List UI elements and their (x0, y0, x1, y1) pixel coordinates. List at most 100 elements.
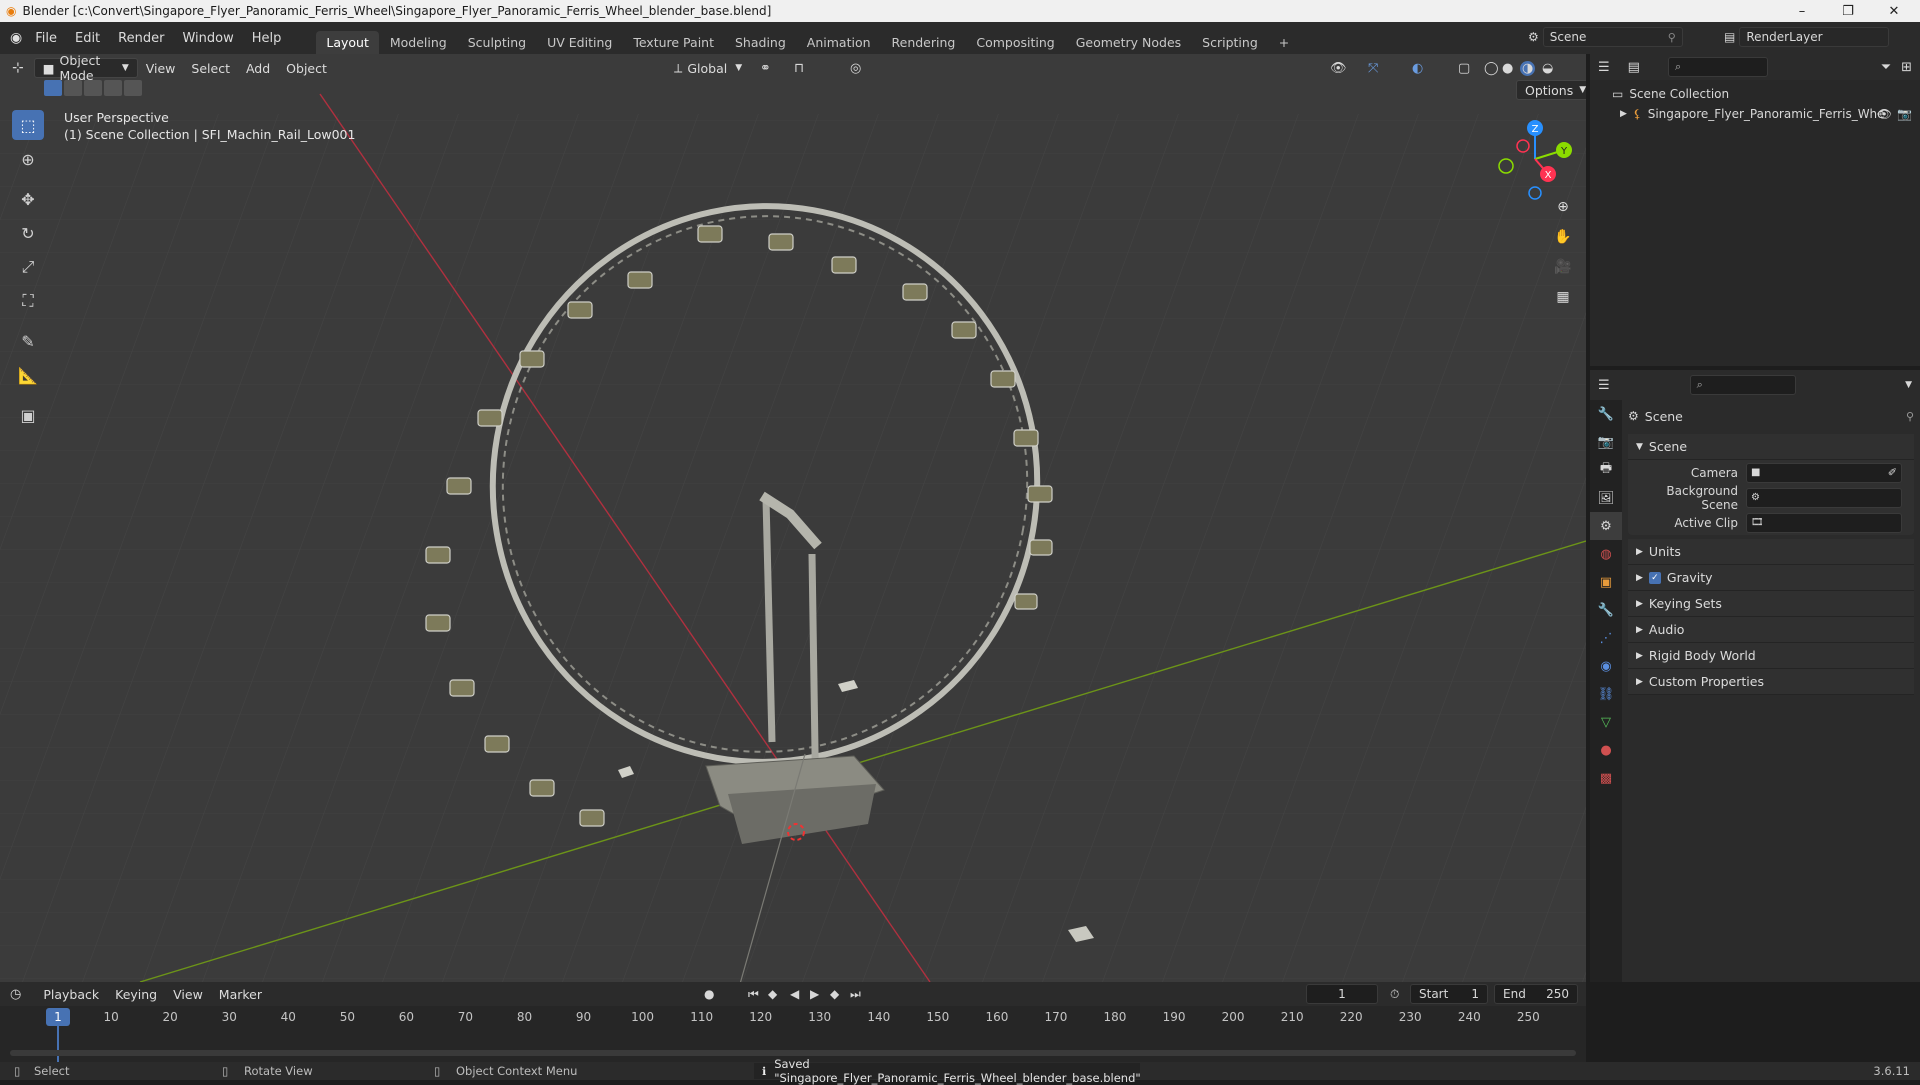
xray-icon[interactable]: ▢ (1458, 61, 1470, 76)
annotate-tool[interactable]: ✎ (12, 326, 44, 356)
background-scene-field[interactable]: ⚙ (1746, 487, 1902, 508)
record-icon[interactable]: ● (704, 987, 714, 1001)
eye-icon[interactable]: 👁 (1877, 107, 1892, 121)
editor-type-icon[interactable]: ⊹ (12, 60, 24, 76)
transform-orientation-selector[interactable]: ⟂ Global ▼ (666, 58, 750, 78)
cursor-tool[interactable]: ⊕ (12, 144, 44, 174)
tab-compositing[interactable]: Compositing (966, 31, 1064, 54)
timeline-scrollbar[interactable] (10, 1050, 1576, 1056)
tab-geometry-nodes[interactable]: Geometry Nodes (1066, 31, 1191, 54)
select-subtract-icon[interactable] (84, 80, 102, 96)
scene-icon[interactable]: ⚙ (1528, 30, 1539, 44)
jump-keyframe-back-icon[interactable]: ◆ (768, 987, 777, 1001)
panel-keying-sets[interactable]: ▶ Keying Sets (1628, 591, 1914, 617)
maximize-button[interactable]: ❐ (1826, 0, 1870, 22)
scale-tool[interactable]: ⤢ (12, 252, 44, 282)
render-layer-selector[interactable]: RenderLayer (1739, 27, 1890, 47)
tab-texture-paint[interactable]: Texture Paint (623, 31, 724, 54)
select-extend-icon[interactable] (64, 80, 82, 96)
add-cube-tool[interactable]: ▣ (12, 400, 44, 430)
jump-start-icon[interactable]: ⏮ (748, 987, 759, 1002)
mode-selector[interactable]: ■ Object Mode ▼ (33, 54, 138, 83)
view-layer-tab[interactable]: 🖼 (1590, 484, 1622, 512)
proportional-edit-icon[interactable]: ◎ (850, 61, 861, 76)
camera-field[interactable]: ■ ✐ (1746, 462, 1902, 483)
select-new-icon[interactable] (44, 80, 62, 96)
filter-icon[interactable]: ⏷ (1881, 60, 1891, 75)
menu-marker[interactable]: Marker (211, 984, 270, 1004)
new-collection-icon[interactable]: ⊞ (1901, 60, 1912, 75)
properties-editor-icon[interactable]: ☰ (1598, 378, 1610, 393)
panel-custom-properties[interactable]: ▶ Custom Properties (1628, 669, 1914, 695)
jump-end-icon[interactable]: ⏭ (850, 987, 861, 1002)
viewport-canvas[interactable] (0, 54, 1586, 982)
start-frame-field[interactable]: Start 1 (1410, 984, 1488, 1004)
stopwatch-icon[interactable]: ⏱ (1390, 987, 1399, 1002)
eyedropper-icon[interactable]: ✐ (1888, 466, 1897, 479)
select-invert-icon[interactable] (104, 80, 122, 96)
outliner-editor-icon[interactable]: ☰ (1598, 60, 1610, 75)
gizmo-toggle-icon[interactable]: ⤧ (1368, 61, 1378, 76)
menu-playback[interactable]: Playback (35, 984, 107, 1004)
select-intersect-icon[interactable] (124, 80, 142, 96)
menu-render[interactable]: Render (109, 31, 173, 46)
modifier-tab[interactable]: 🔧 (1590, 596, 1622, 624)
current-frame-field[interactable]: 1 (1306, 984, 1378, 1004)
material-shading-icon[interactable]: ◑ (1520, 60, 1536, 76)
pin-icon[interactable]: ⚲ (1906, 410, 1914, 423)
move-tool[interactable]: ✥ (12, 184, 44, 214)
options-dropdown[interactable]: Options ▼ (1516, 80, 1586, 100)
minimize-button[interactable]: – (1780, 0, 1824, 22)
menu-select[interactable]: Select (183, 58, 238, 78)
panel-audio[interactable]: ▶ Audio (1628, 617, 1914, 643)
timeline-ruler[interactable]: 1 10 20 30 40 50 60 70 80 90 100 110 120 130 140 150 160… (0, 1006, 1586, 1062)
outliner-search-input[interactable]: ⌕ (1667, 57, 1768, 77)
end-frame-field[interactable]: End 250 (1494, 984, 1578, 1004)
menu-keying[interactable]: Keying (107, 984, 165, 1004)
world-tab[interactable]: ◍ (1590, 540, 1622, 568)
menu-window[interactable]: Window (173, 31, 242, 46)
close-button[interactable]: ✕ (1872, 0, 1916, 22)
navigation-gizmo[interactable]: Z Y X (1490, 114, 1580, 204)
render-tab[interactable]: 📷 (1590, 428, 1622, 456)
camera-view-button[interactable]: 🎥 (1550, 254, 1576, 280)
render-layer-icon[interactable]: ▤ (1724, 30, 1735, 44)
tab-modeling[interactable]: Modeling (380, 31, 457, 54)
panel-rigid-body-world[interactable]: ▶ Rigid Body World (1628, 643, 1914, 669)
menu-timeline-view[interactable]: View (165, 984, 211, 1004)
tab-rendering[interactable]: Rendering (882, 31, 966, 54)
snap-icon[interactable]: ⊓ (794, 61, 804, 76)
add-workspace-button[interactable]: + (1269, 31, 1299, 54)
texture-tab[interactable]: ▩ (1590, 764, 1622, 792)
play-icon[interactable]: ▶ (810, 987, 819, 1001)
data-tab[interactable]: ▽ (1590, 708, 1622, 736)
tab-sculpting[interactable]: Sculpting (458, 31, 536, 54)
rendered-shading-icon[interactable]: ◒ (1542, 61, 1553, 76)
physics-tab[interactable]: ◉ (1590, 652, 1622, 680)
zoom-button[interactable]: ⊕ (1550, 194, 1576, 220)
scene-selector[interactable]: Scene ⚲ (1542, 27, 1683, 47)
constraints-tab[interactable]: ⛓ (1590, 680, 1622, 708)
object-tab[interactable]: ▣ (1590, 568, 1622, 596)
menu-add[interactable]: Add (238, 58, 278, 78)
outliner-row-object[interactable]: ▶ ⚸ Singapore_Flyer_Panoramic_Ferris_Whe… (1590, 104, 1920, 124)
jump-keyframe-forward-icon[interactable]: ◆ (830, 987, 839, 1001)
active-clip-field[interactable]: 🎞 (1746, 512, 1902, 533)
tab-layout[interactable]: Layout (316, 31, 379, 54)
pin-icon[interactable]: ⚲ (1668, 31, 1676, 44)
outliner-row-scene-collection[interactable]: ▭ Scene Collection (1590, 84, 1920, 104)
visibility-icon[interactable]: 👁 (1330, 61, 1347, 76)
measure-tool[interactable]: 📐 (12, 360, 44, 390)
rotate-tool[interactable]: ↻ (12, 218, 44, 248)
properties-search-input[interactable]: ⌕ (1689, 375, 1796, 395)
select-box-tool[interactable]: ⬚ (12, 110, 44, 140)
3d-viewport[interactable]: ⊹ ■ Object Mode ▼ View Select Add Object… (0, 54, 1586, 982)
output-tab[interactable]: 🖶 (1590, 456, 1622, 484)
menu-object[interactable]: Object (278, 58, 335, 78)
tab-scripting[interactable]: Scripting (1192, 31, 1268, 54)
panel-gravity[interactable]: ▶ ✓ Gravity (1628, 565, 1914, 591)
gravity-checkbox[interactable]: ✓ (1648, 571, 1661, 584)
pivot-icon[interactable]: ⚭ (760, 61, 771, 76)
solid-shading-icon[interactable]: ● (1502, 61, 1513, 76)
menu-file[interactable]: File (26, 31, 66, 46)
